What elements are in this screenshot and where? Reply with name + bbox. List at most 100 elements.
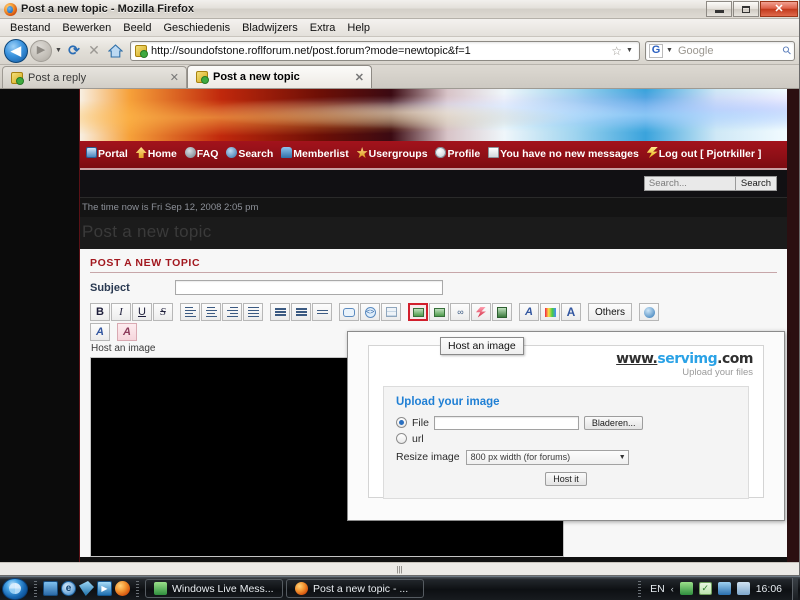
menu-item-extra[interactable]: Extra [304, 21, 342, 35]
text-effect-button[interactable]: A [90, 323, 110, 341]
quote-button[interactable] [339, 303, 359, 321]
underline-button[interactable]: U [132, 303, 152, 321]
reload-button[interactable]: ⟳ [65, 42, 83, 59]
code-button[interactable]: <> [360, 303, 380, 321]
network-tray-icon[interactable] [717, 582, 731, 595]
align-justify-button[interactable] [243, 303, 263, 321]
forum-nav-portal[interactable]: Portal [86, 147, 128, 160]
windows-media-player-icon[interactable]: ▶ [97, 581, 112, 596]
align-center-button[interactable] [201, 303, 221, 321]
forum-nav-memberlist[interactable]: Memberlist [281, 147, 349, 160]
others-button[interactable]: Others [588, 303, 633, 321]
forum-nav-messages[interactable]: You have no new messages [488, 147, 639, 160]
image-gallery-button[interactable] [429, 303, 449, 321]
bbcode-toolbar-row-1: B I U S <> ∞ A A Others [90, 303, 777, 321]
tab-label: Post a new topic [213, 71, 300, 83]
messenger-icon [154, 582, 167, 595]
maximize-button[interactable] [733, 1, 759, 17]
help-button[interactable] [639, 303, 660, 321]
file-radio[interactable] [396, 417, 407, 429]
menu-item-bewerken[interactable]: Bewerken [56, 21, 117, 35]
tray-expand-icon[interactable]: ‹ [671, 584, 674, 594]
strikethrough-button[interactable]: S [153, 303, 173, 321]
language-indicator[interactable]: EN [650, 583, 665, 595]
host-it-button[interactable]: Host it [545, 471, 587, 486]
forum-nav-home[interactable]: Home [135, 147, 177, 160]
show-desktop-button[interactable] [792, 577, 798, 600]
browser-search-input[interactable]: Google [678, 45, 780, 57]
menu-item-help[interactable]: Help [341, 21, 376, 35]
forum-nav-search[interactable]: Search [226, 147, 273, 160]
servimg-wordmark: www.servimg.com [616, 352, 753, 367]
stop-button[interactable]: ✕ [85, 42, 103, 59]
menu-item-beeld[interactable]: Beeld [117, 21, 157, 35]
media-button[interactable] [492, 303, 512, 321]
tab-post-a-reply[interactable]: Post a reply ✕ [2, 66, 187, 88]
upload-image-box: Upload your image File Bladeren... url R… [383, 385, 749, 499]
taskbar-button-firefox[interactable]: Post a new topic - ... [286, 579, 424, 598]
italic-button[interactable]: I [111, 303, 131, 321]
forum-nav-logout[interactable]: Log out [ Pjotrkiller ] [646, 147, 761, 160]
search-icon[interactable]: ⚲ [780, 43, 794, 58]
browse-button[interactable]: Bladeren... [583, 415, 644, 430]
volume-tray-icon[interactable] [736, 582, 750, 595]
security-tray-icon[interactable] [698, 582, 712, 595]
bullet-list-button[interactable] [270, 303, 290, 321]
messenger-icon[interactable] [79, 581, 94, 596]
numbered-list-button[interactable] [291, 303, 311, 321]
forum-nav-label: Usergroups [368, 148, 428, 160]
tab-close-icon[interactable]: ✕ [170, 71, 179, 84]
forum-nav-usergroups[interactable]: Usergroups [356, 147, 428, 160]
messenger-tray-icon[interactable] [679, 582, 693, 595]
horizontal-scrollbar[interactable]: ||| [0, 562, 799, 575]
menu-item-bestand[interactable]: Bestand [4, 21, 56, 35]
font-color-button[interactable] [540, 303, 560, 321]
flash-button[interactable] [471, 303, 491, 321]
google-icon[interactable]: G [649, 43, 663, 58]
align-left-button[interactable] [180, 303, 200, 321]
font-button[interactable]: A [519, 303, 539, 321]
forum-nav-label: Profile [447, 148, 481, 160]
browser-search-bar[interactable]: G ▼ Google ⚲ [645, 40, 795, 61]
home-icon [107, 43, 123, 58]
table-button[interactable] [381, 303, 401, 321]
file-path-input[interactable] [433, 415, 579, 430]
home-button[interactable] [105, 43, 125, 58]
indent-button[interactable] [312, 303, 332, 321]
tab-post-a-new-topic[interactable]: Post a new topic ✕ [187, 65, 372, 88]
address-dropdown-icon[interactable]: ▼ [626, 47, 635, 54]
tab-strip: Post a reply ✕ Post a new topic ✕ [0, 65, 799, 89]
bold-button[interactable]: B [90, 303, 110, 321]
show-desktop-icon[interactable] [43, 581, 58, 596]
firefox-icon [4, 2, 17, 16]
text-highlight-button[interactable]: A [117, 323, 137, 341]
insert-image-button[interactable] [408, 303, 428, 321]
back-button[interactable]: ◀ [4, 38, 28, 63]
forum-search-button[interactable]: Search [735, 176, 777, 191]
font-size-button[interactable]: A [561, 303, 581, 321]
internet-explorer-icon[interactable]: e [61, 581, 76, 596]
window-controls: ✕ [706, 1, 798, 17]
forum-nav-profile[interactable]: Profile [435, 147, 481, 160]
taskbar-button-messenger[interactable]: Windows Live Mess... [145, 579, 283, 598]
menu-item-bladwijzers[interactable]: Bladwijzers [236, 21, 304, 35]
forum-search-input[interactable]: Search... [643, 176, 736, 191]
search-engine-dropdown-icon[interactable]: ▼ [666, 47, 675, 54]
link-button[interactable]: ∞ [450, 303, 470, 321]
start-button[interactable] [2, 577, 28, 600]
close-button[interactable]: ✕ [760, 1, 798, 17]
forward-button[interactable]: ▶ [30, 39, 52, 62]
menu-item-geschiedenis[interactable]: Geschiedenis [157, 21, 236, 35]
align-right-button[interactable] [222, 303, 242, 321]
minimize-button[interactable] [706, 1, 732, 17]
resize-image-select[interactable]: 800 px width (for forums) ▼ [465, 449, 629, 465]
taskbar-clock[interactable]: 16:06 [756, 583, 786, 595]
bookmark-star-icon[interactable]: ☆ [611, 44, 622, 58]
subject-input[interactable] [175, 280, 443, 295]
url-radio[interactable] [396, 433, 407, 445]
tab-close-icon[interactable]: ✕ [355, 71, 364, 84]
chevron-down-icon[interactable]: ▼ [54, 47, 63, 54]
address-bar[interactable]: http://soundofstone.roflforum.net/post.f… [130, 40, 640, 61]
forum-nav-faq[interactable]: FAQ [184, 147, 218, 160]
firefox-icon[interactable] [115, 581, 130, 596]
